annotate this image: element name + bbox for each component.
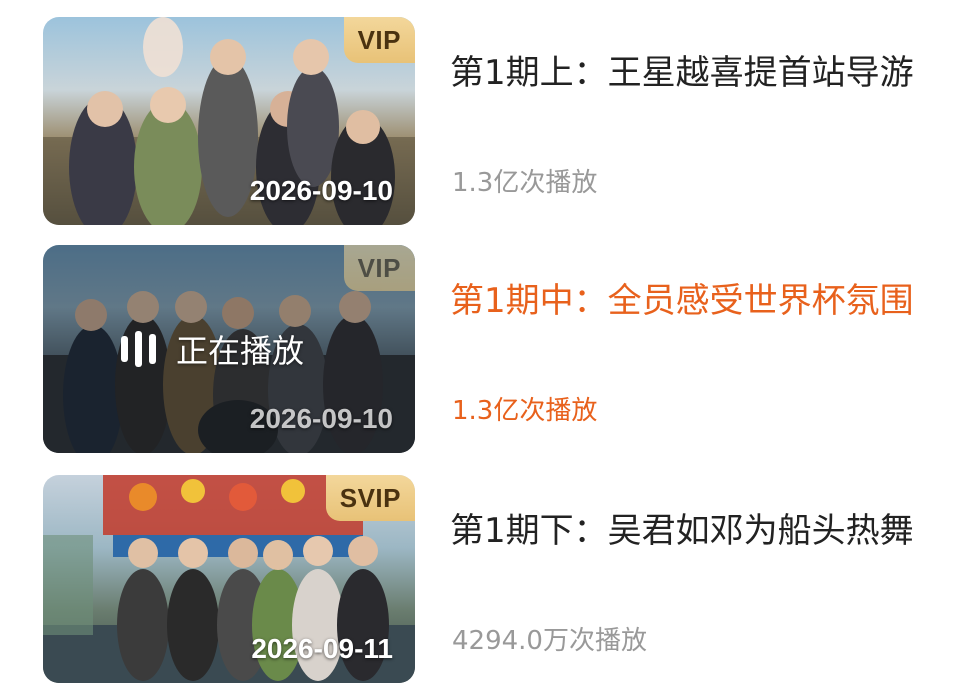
episode-thumbnail[interactable]: VIP 正在播放 2026-09-10 <box>43 245 415 453</box>
episode-item[interactable]: SVIP 2026-09-11 第1期下：吴君如邓为船头热舞 4294.0万次播… <box>0 475 954 685</box>
equalizer-bars-icon <box>121 331 156 367</box>
release-date: 2026-09-10 <box>249 175 393 206</box>
vip-badge: VIP <box>343 245 415 291</box>
view-count: 4294.0万次播放 <box>452 626 647 656</box>
episode-title[interactable]: 第1期下：吴君如邓为船头热舞 <box>450 507 920 555</box>
svip-badge: SVIP <box>325 475 415 521</box>
vip-badge: VIP <box>343 17 415 63</box>
now-playing-label: 正在播放 <box>176 332 305 370</box>
view-count: 1.3亿次播放 <box>452 168 598 198</box>
release-date: 2026-09-11 <box>251 633 393 664</box>
release-date: 2026-09-10 <box>249 403 393 434</box>
now-playing-indicator: 正在播放 <box>121 329 305 370</box>
episode-thumbnail[interactable]: VIP 2026-09-10 <box>43 17 415 225</box>
episode-title[interactable]: 第1期中：全员感受世界杯氛围 <box>450 277 920 325</box>
episode-item[interactable]: VIP 2026-09-10 第1期上：王星越喜提首站导游 1.3亿次播放 <box>0 17 954 227</box>
episode-list: VIP 2026-09-10 第1期上：王星越喜提首站导游 1.3亿次播放 VI… <box>0 0 954 691</box>
episode-thumbnail[interactable]: SVIP 2026-09-11 <box>43 475 415 683</box>
episode-title[interactable]: 第1期上：王星越喜提首站导游 <box>450 49 920 97</box>
view-count: 1.3亿次播放 <box>452 396 598 426</box>
episode-item-active[interactable]: VIP 正在播放 2026-09-10 第1期中：全员感受世界杯氛围 1.3亿次… <box>0 245 954 455</box>
